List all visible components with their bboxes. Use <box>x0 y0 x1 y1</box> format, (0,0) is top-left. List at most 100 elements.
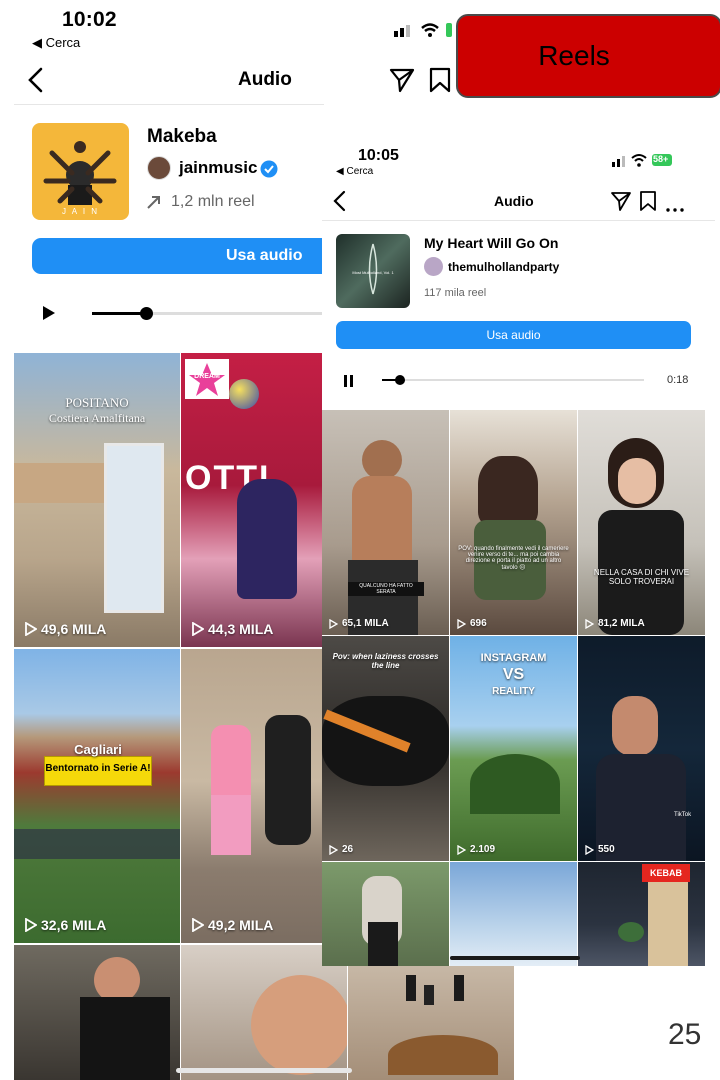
back-use-audio-label: Usa audio <box>226 247 303 264</box>
back-thumb-1-caption2: Costiera Amalfitana <box>48 411 146 425</box>
inset-screen: 10:05 ◀ Cerca 58+ Audio Most Mulholland,… <box>322 138 715 966</box>
inset-back-chevron-icon[interactable] <box>332 190 348 217</box>
inset-bookmark-icon[interactable] <box>639 190 657 217</box>
inset-reel-thumb-1[interactable]: QUALCUNO HA FATTO SERATA 65,1 MILA <box>322 410 449 635</box>
inset-album-cover[interactable]: Most Mulholland, Vol. 1 <box>336 234 410 308</box>
play-outline-icon <box>329 844 338 855</box>
inset-status-icons: 58+ <box>610 152 676 173</box>
inset-thumb-5-views: 2.109 <box>457 844 495 855</box>
inset-reel-thumb-4[interactable]: Pov: when laziness crosses the line 26 <box>322 636 449 861</box>
back-thumb-1-caption: POSITANO <box>65 395 129 410</box>
inset-duration: 0:18 <box>667 374 689 386</box>
reels-badge: Reels <box>456 14 720 98</box>
back-thumb-3-views: 32,6 MILA <box>24 917 106 933</box>
back-cover-text: J A I N <box>61 207 100 216</box>
inset-reel-thumb-6[interactable]: TikTok 550 <box>578 636 705 861</box>
inset-reel-count: 117 mila reel <box>424 287 487 299</box>
volleyball-icon <box>229 379 259 409</box>
back-bookmark-icon[interactable] <box>428 66 452 99</box>
inset-thumb-3-views-text: 81,2 MILA <box>598 618 645 629</box>
inset-battery-text: 58+ <box>653 154 669 164</box>
trending-arrow-icon <box>146 194 162 215</box>
inset-artist-avatar[interactable] <box>424 257 443 276</box>
inset-thumb-4-views: 26 <box>329 844 353 855</box>
inset-reel-thumb-8[interactable] <box>450 862 577 966</box>
inset-share-icon[interactable] <box>610 190 632 217</box>
inset-thumb-4-caption: Pov: when laziness crosses the line <box>332 652 439 670</box>
back-thumb-2-logo: DREAM <box>185 359 229 399</box>
back-thumb-2-views-text: 44,3 MILA <box>208 621 274 637</box>
inset-cover-text: Most Mulholland, Vol. 1 <box>352 270 394 275</box>
inset-reel-thumb-3[interactable]: NELLA CASA DI CHI VIVE SOLO TROVERAI 81,… <box>578 410 705 635</box>
back-play-icon[interactable] <box>42 305 56 326</box>
back-thumb-4-views-text: 49,2 MILA <box>208 917 274 933</box>
play-outline-icon <box>25 622 37 636</box>
signal-icon <box>394 23 452 37</box>
inset-thumb-3-caption: NELLA CASA DI CHI VIVE SOLO TROVERAI <box>593 568 690 586</box>
reels-badge-label: Reels <box>538 40 610 71</box>
back-thumb-1-views: 49,6 MILA <box>24 621 106 637</box>
inset-more-icon[interactable] <box>666 199 684 217</box>
back-reel-thumb-1[interactable]: POSITANO Costiera Amalfitana 49,6 MILA <box>14 353 180 647</box>
inset-track-title: My Heart Will Go On <box>424 235 559 251</box>
back-thumb-2-views: 44,3 MILA <box>191 621 273 637</box>
back-reel-thumb-4[interactable]: 49,2 MILA <box>181 649 324 943</box>
back-thumb-3-caption: Cagliari <box>74 742 122 757</box>
back-thumb-3-views-text: 32,6 MILA <box>41 917 107 933</box>
inset-home-indicator <box>450 956 580 960</box>
inset-thumb-3-views: 81,2 MILA <box>585 618 645 629</box>
back-home-indicator <box>176 1068 352 1073</box>
inset-status-time: 10:05 <box>358 147 399 164</box>
back-thumb-1-views-text: 49,6 MILA <box>41 621 107 637</box>
back-thumb-4-views: 49,2 MILA <box>191 917 273 933</box>
inset-thumb-2-views-text: 696 <box>470 618 487 629</box>
inset-thumb-1-views: 65,1 MILA <box>329 618 389 629</box>
inset-status-back-link[interactable]: ◀ Cerca <box>336 166 373 177</box>
inset-thumb-4-views-text: 26 <box>342 844 354 855</box>
back-progress-knob[interactable] <box>140 307 153 320</box>
inset-reel-thumb-5[interactable]: INSTAGRAM VS REALITY 2.109 <box>450 636 577 861</box>
inset-thumb-5-caption: INSTAGRAM <box>480 652 547 664</box>
play-outline-icon <box>329 618 338 629</box>
play-outline-icon <box>457 844 466 855</box>
back-reel-thumb-3[interactable]: Cagliari Bentornato in Serie A! 32,6 MIL… <box>14 649 180 943</box>
screenshot-composite: 10:02 ◀ Cerca Audio J A I N Makeba jainm… <box>0 0 720 1080</box>
play-outline-icon <box>585 844 594 855</box>
back-nav-title: Audio <box>238 69 292 90</box>
back-artist-name[interactable]: jainmusic <box>179 158 257 178</box>
back-reel-thumb-5[interactable] <box>14 945 180 1080</box>
inset-thumb-5-caption2: VS <box>502 666 525 683</box>
inset-progress-bar[interactable] <box>382 375 644 385</box>
back-progress-bar[interactable] <box>92 307 332 320</box>
back-status-icons <box>392 20 452 38</box>
back-thumb-2-logo-text: DREAM <box>194 373 220 380</box>
play-outline-icon <box>457 618 466 629</box>
play-outline-icon <box>585 618 594 629</box>
inset-use-audio-button[interactable]: Usa audio <box>336 321 691 349</box>
back-use-audio-button[interactable]: Usa audio <box>32 238 332 274</box>
inset-progress-knob[interactable] <box>395 375 405 385</box>
back-share-icon[interactable] <box>388 66 416 99</box>
back-nav-divider <box>14 104 324 105</box>
inset-reel-thumb-2[interactable]: POV: quando finalmente vedi il cameriere… <box>450 410 577 635</box>
inset-thumb-5-caption3: REALITY <box>492 686 535 697</box>
inset-thumb-1-views-text: 65,1 MILA <box>342 618 389 629</box>
inset-reel-thumb-9[interactable]: KEBAB <box>578 862 705 966</box>
back-track-title: Makeba <box>147 126 217 147</box>
play-outline-icon <box>192 622 204 636</box>
inset-pause-icon[interactable] <box>344 374 354 392</box>
back-chevron-icon[interactable] <box>26 66 46 99</box>
back-reel-thumb-2[interactable]: OTTI DREAM 44,3 MILA <box>181 353 324 647</box>
inset-artist-name[interactable]: themulhollandparty <box>448 260 559 274</box>
inset-thumb-1-caption-text: QUALCUNO HA FATTO SERATA <box>359 583 413 595</box>
back-artist-avatar[interactable] <box>147 156 171 180</box>
inset-reel-thumb-7[interactable] <box>322 862 449 966</box>
back-status-time: 10:02 <box>62 8 117 31</box>
inset-thumb-6-views-text: 550 <box>598 844 615 855</box>
back-status-back-link[interactable]: ◀ Cerca <box>32 35 80 51</box>
verified-badge-icon <box>260 160 278 183</box>
slide-page-number: 25 <box>668 1018 702 1051</box>
inset-thumb-5-views-text: 2.109 <box>470 844 496 855</box>
back-album-cover[interactable]: J A I N <box>32 123 129 220</box>
inset-nav-divider <box>322 220 715 221</box>
